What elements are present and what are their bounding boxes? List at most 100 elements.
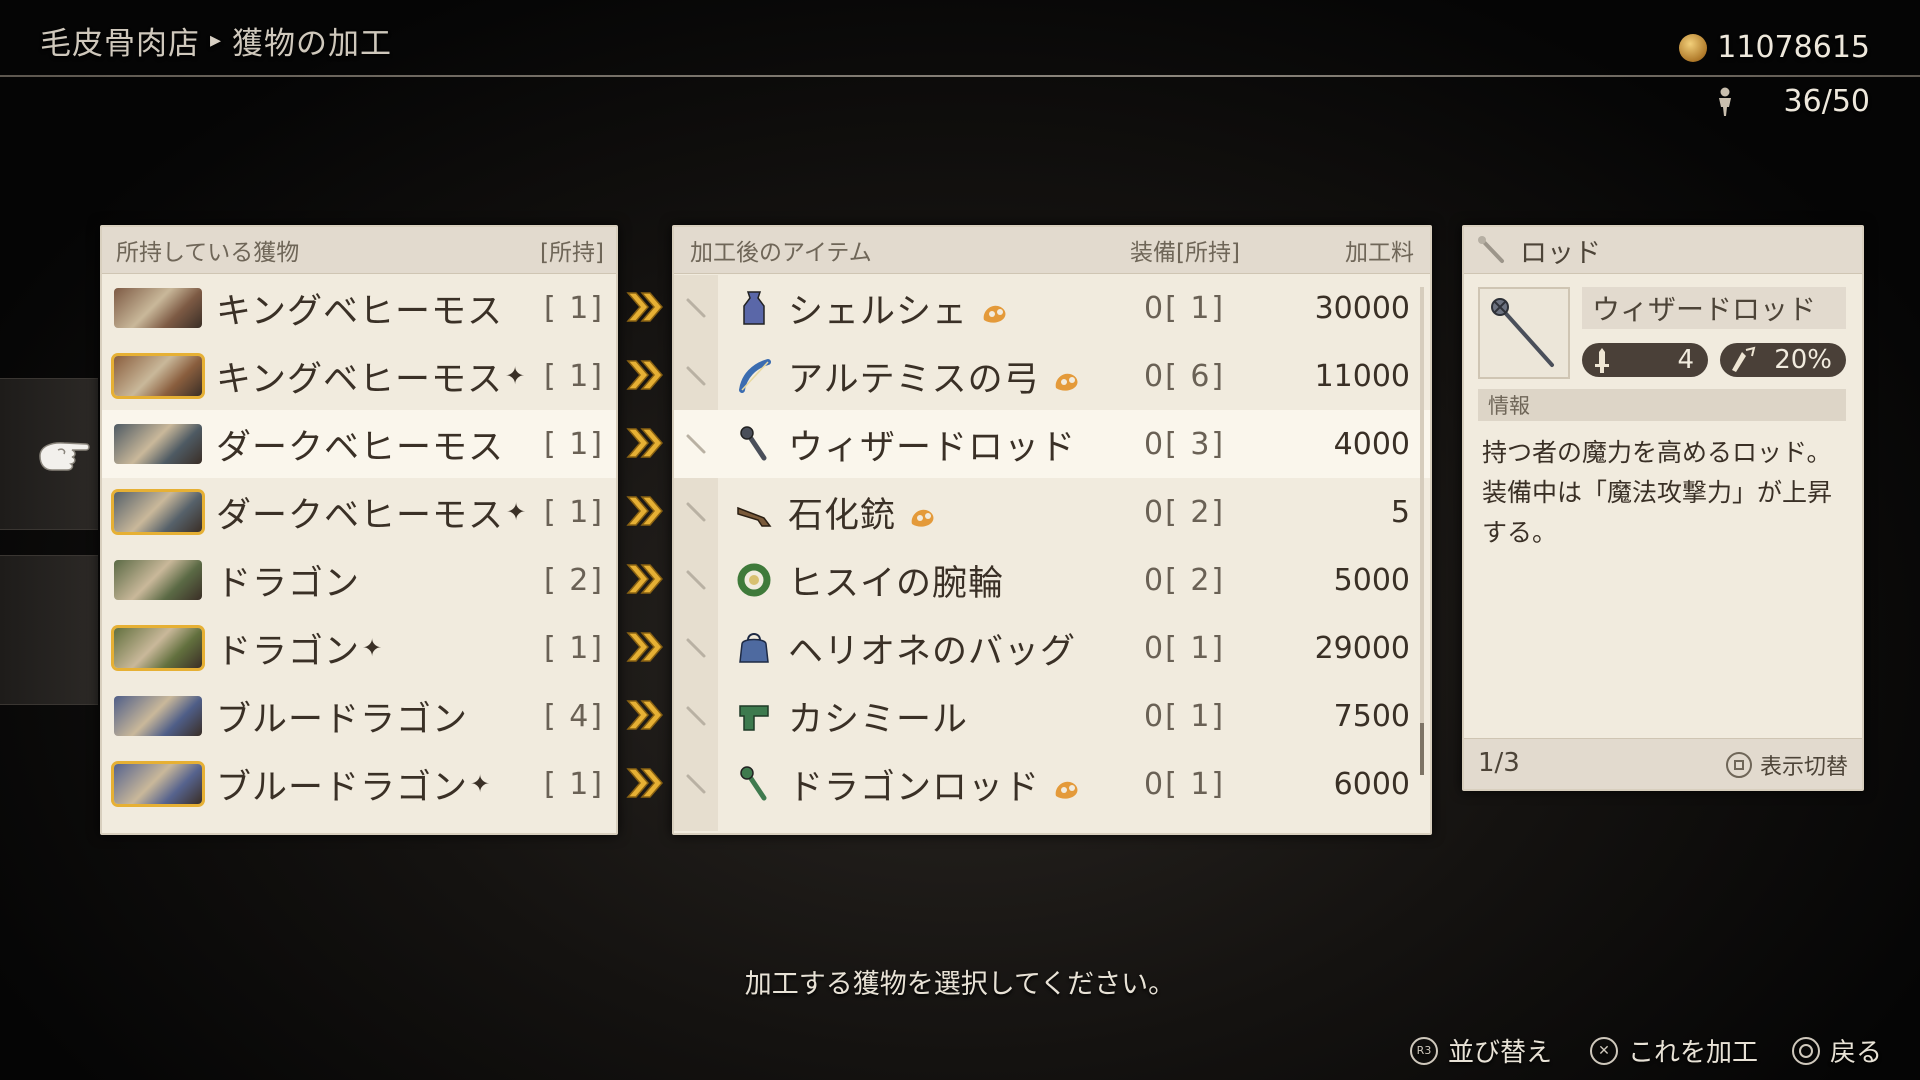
processed-item-row[interactable]: アルテミスの弓 0[ 6] 11000 [674, 342, 1430, 410]
prey-quantity: [ 4] [543, 698, 604, 734]
processed-item-row[interactable]: シェルシェ 0[ 1] 30000 [674, 274, 1430, 342]
prey-row[interactable]: ブルードラゴン ✦ [ 1] [102, 750, 616, 818]
processed-item-name: カシミール [788, 699, 969, 740]
processing-fee: 4000 [1333, 426, 1410, 462]
gil-amount: 11078615 [1717, 30, 1870, 65]
rare-star-icon: ✦ [362, 634, 383, 662]
process-button[interactable]: ✕ これを加工 [1590, 1032, 1758, 1069]
process-arrow-icon [624, 491, 664, 531]
processing-fee: 5000 [1333, 562, 1410, 598]
prey-row[interactable]: キングベヒーモス [ 1] [102, 274, 616, 342]
crit-icon [1728, 346, 1756, 374]
equip-column-header: 装備[所持] [1130, 240, 1240, 266]
rare-star-icon: ✦ [504, 362, 526, 390]
party-count: 36/50 [1783, 84, 1870, 119]
fee-column-header: 加工料 [1345, 240, 1414, 266]
gil-display: 11078615 [1679, 30, 1870, 65]
equip-slot-icon [682, 362, 710, 390]
monster-portrait-icon [114, 764, 202, 804]
owned-prey-list: キングベヒーモス[ 1] キングベヒーモス ✦[ 1] ダークベヒーモス[ 1] ダーク… [102, 274, 616, 818]
process-arrow-icon [624, 695, 664, 735]
processed-item-row[interactable]: カシミール 0[ 1] 7500 [674, 682, 1430, 750]
back-label: 戻る [1830, 1038, 1883, 1068]
processed-item-row[interactable]: ヒスイの腕輪 0[ 2] 5000 [674, 546, 1430, 614]
prey-row[interactable]: ドラゴン ✦ [ 1] [102, 614, 616, 682]
prey-quantity: [ 1] [543, 766, 604, 802]
breadcrumb: 毛皮骨肉店 ▸ 獲物の加工 [40, 18, 392, 63]
prey-name: ドラゴン [216, 631, 361, 672]
new-mark-icon [980, 295, 1010, 323]
equip-slot-icon [682, 634, 710, 662]
description-line: 装備中は「魔法攻撃力」が上昇 [1482, 478, 1833, 507]
equip-count: 0[ 1] [1144, 630, 1226, 666]
new-mark-icon [1052, 363, 1082, 391]
equip-slot-icon [682, 770, 710, 798]
detail-footer: 1/3 表示切替 [1464, 738, 1862, 789]
processed-item-row[interactable]: ウィザードロッド 0[ 3] 4000 [674, 410, 1430, 478]
prey-name: ドラゴン [216, 563, 361, 604]
description-line: 持つ者の魔力を高めるロッド。 [1482, 438, 1832, 467]
side-tab [0, 555, 98, 705]
processed-item-name: シェルシェ [788, 291, 969, 332]
prey-row[interactable]: ブルードラゴン [ 4] [102, 682, 616, 750]
equip-slot-icon [682, 702, 710, 730]
equip-count: 0[ 2] [1144, 562, 1226, 598]
breadcrumb-shop: 毛皮骨肉店 [40, 26, 200, 62]
item-name-cell: ヒスイの腕輪 [788, 555, 1004, 606]
processed-item-name: ヒスイの腕輪 [788, 563, 1005, 604]
item-name-cell: シェルシェ [788, 283, 1010, 334]
accessory-icon [734, 288, 774, 328]
processing-fee: 30000 [1314, 290, 1410, 326]
sort-button[interactable]: R3 並び替え [1410, 1032, 1552, 1069]
prey-row[interactable]: キングベヒーモス ✦ [ 1] [102, 342, 616, 410]
rare-star-icon: ✦ [506, 498, 527, 526]
processed-item-row[interactable]: ドラゴンロッド 0[ 1] 6000 [674, 750, 1430, 818]
processed-item-row[interactable]: ヘリオネのバッグ 0[ 1] 29000 [674, 614, 1430, 682]
prey-name: キングベヒーモス [216, 291, 503, 332]
prey-quantity: [ 1] [543, 494, 604, 530]
process-label: これを加工 [1628, 1038, 1759, 1068]
item-description: 持つ者の魔力を高めるロッド。 装備中は「魔法攻撃力」が上昇 する。 [1482, 433, 1852, 553]
prey-row[interactable]: ダークベヒーモス [ 1] [102, 410, 616, 478]
rod-icon [734, 424, 774, 464]
owned-column-header: [所持] [540, 240, 604, 266]
prey-name: ブルードラゴン [216, 699, 469, 740]
equip-count: 0[ 2] [1144, 494, 1226, 530]
page-indicator: 1/3 [1478, 748, 1520, 778]
process-arrow-icon [624, 627, 664, 667]
toggle-display-button[interactable]: 表示切替 [1725, 749, 1848, 781]
r3-button-icon: R3 [1410, 1036, 1438, 1065]
scrollbar-thumb[interactable] [1420, 723, 1424, 775]
monster-portrait-icon [114, 356, 202, 396]
back-button[interactable]: 戻る [1792, 1032, 1882, 1069]
prey-row[interactable]: ドラゴン [ 2] [102, 546, 616, 614]
sword-icon [1590, 346, 1614, 374]
prey-row[interactable]: ダークベヒーモス ✦ [ 1] [102, 478, 616, 546]
processed-items-list: シェルシェ 0[ 1] 30000 アルテミスの弓 0[ 6] 11000 ウィザードロッド… [674, 274, 1430, 818]
processing-fee: 6000 [1333, 766, 1410, 802]
monster-portrait-icon [114, 628, 202, 668]
new-mark-icon [1052, 771, 1082, 799]
item-name-cell: ウィザードロッド [788, 419, 1076, 470]
processed-item-row[interactable]: 石化銃 0[ 2] 5 [674, 478, 1430, 546]
info-label: 情報 [1478, 389, 1846, 421]
process-arrow-icon [624, 763, 664, 803]
owned-prey-title: 所持している獲物 [116, 240, 300, 266]
rod-icon [734, 764, 774, 804]
monster-portrait-icon [114, 288, 202, 328]
processed-items-title: 加工後のアイテム [690, 240, 872, 266]
person-icon [1716, 87, 1734, 117]
scrollbar-track[interactable] [1420, 287, 1424, 775]
monster-portrait-icon [114, 696, 202, 736]
bag-icon [734, 628, 774, 668]
attack-stat: 4 [1582, 343, 1708, 377]
prey-name: ブルードラゴン [216, 767, 469, 808]
monster-portrait-icon [114, 492, 202, 532]
processing-fee: 11000 [1314, 358, 1410, 394]
prey-name: ダークベヒーモス [216, 427, 505, 468]
prey-quantity: [ 2] [543, 562, 604, 598]
owned-prey-header: 所持している獲物 [所持] [102, 227, 616, 274]
coin-icon [1679, 33, 1708, 62]
item-image-frame [1478, 287, 1570, 379]
scarf-icon [734, 696, 774, 736]
